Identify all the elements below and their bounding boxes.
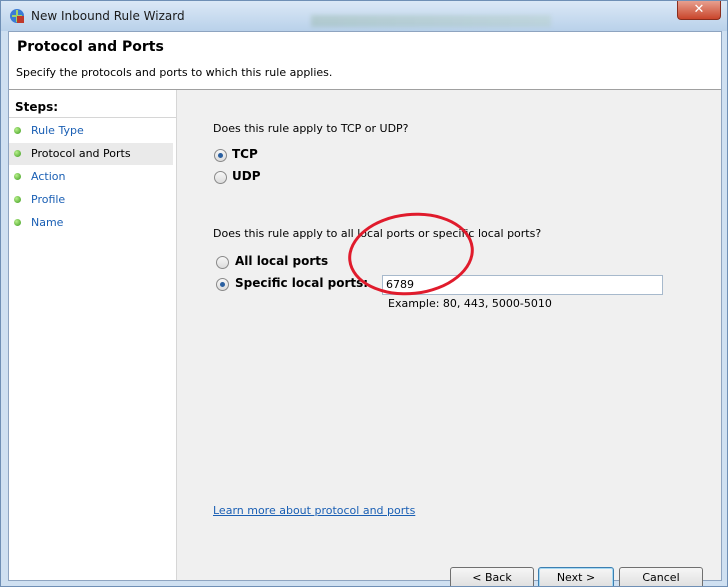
specific-ports-value: 6789 [386,278,414,291]
page-header: Protocol and Ports Specify the protocols… [9,32,721,90]
step-label: Protocol and Ports [31,147,131,160]
udp-label[interactable]: UDP [232,169,261,183]
page-subtitle: Specify the protocols and ports to which… [16,66,333,79]
learn-more-link[interactable]: Learn more about protocol and ports [213,504,415,517]
all-ports-radio[interactable] [216,256,229,269]
ports-question: Does this rule apply to all local ports … [213,227,542,240]
specific-ports-radio[interactable] [216,278,229,291]
steps-panel: Steps: Rule Type Protocol and Ports Acti… [9,90,177,580]
tcp-label[interactable]: TCP [232,147,258,161]
wizard-window: New Inbound Rule Wizard ✕ Protocol and P… [0,0,728,587]
firewall-icon [10,9,24,23]
close-button[interactable]: ✕ [677,1,721,20]
step-action[interactable]: Action [9,166,173,188]
step-label: Profile [31,193,66,206]
cancel-button[interactable]: Cancel [619,567,703,586]
next-button[interactable]: Next > [538,567,614,586]
udp-radio[interactable] [214,171,227,184]
step-status-icon [14,196,21,203]
tcp-radio[interactable] [214,149,227,162]
divider [9,117,176,118]
specific-ports-input[interactable]: 6789 [382,275,663,295]
step-status-icon [14,127,21,134]
page-title: Protocol and Ports [17,39,164,55]
protocol-ports-panel: Does this rule apply to TCP or UDP? TCP … [177,90,721,586]
step-protocol-and-ports[interactable]: Protocol and Ports [9,143,173,165]
step-status-icon [14,173,21,180]
step-name[interactable]: Name [9,212,173,234]
step-status-icon [14,219,21,226]
window-title: New Inbound Rule Wizard [31,9,185,23]
step-label: Action [31,170,66,183]
steps-title: Steps: [15,100,59,114]
protocol-question: Does this rule apply to TCP or UDP? [213,122,409,135]
title-bar[interactable]: New Inbound Rule Wizard ✕ [1,1,727,31]
back-button[interactable]: < Back [450,567,534,586]
all-ports-label[interactable]: All local ports [235,254,328,268]
specific-ports-label[interactable]: Specific local ports: [235,276,368,290]
step-profile[interactable]: Profile [9,189,173,211]
step-rule-type[interactable]: Rule Type [9,120,173,142]
step-label: Name [31,216,64,229]
ports-example: Example: 80, 443, 5000-5010 [388,297,552,310]
step-label: Rule Type [31,124,84,137]
wizard-client-area: Protocol and Ports Specify the protocols… [8,31,722,586]
step-status-icon [14,150,21,157]
background-window-blur [311,15,551,27]
